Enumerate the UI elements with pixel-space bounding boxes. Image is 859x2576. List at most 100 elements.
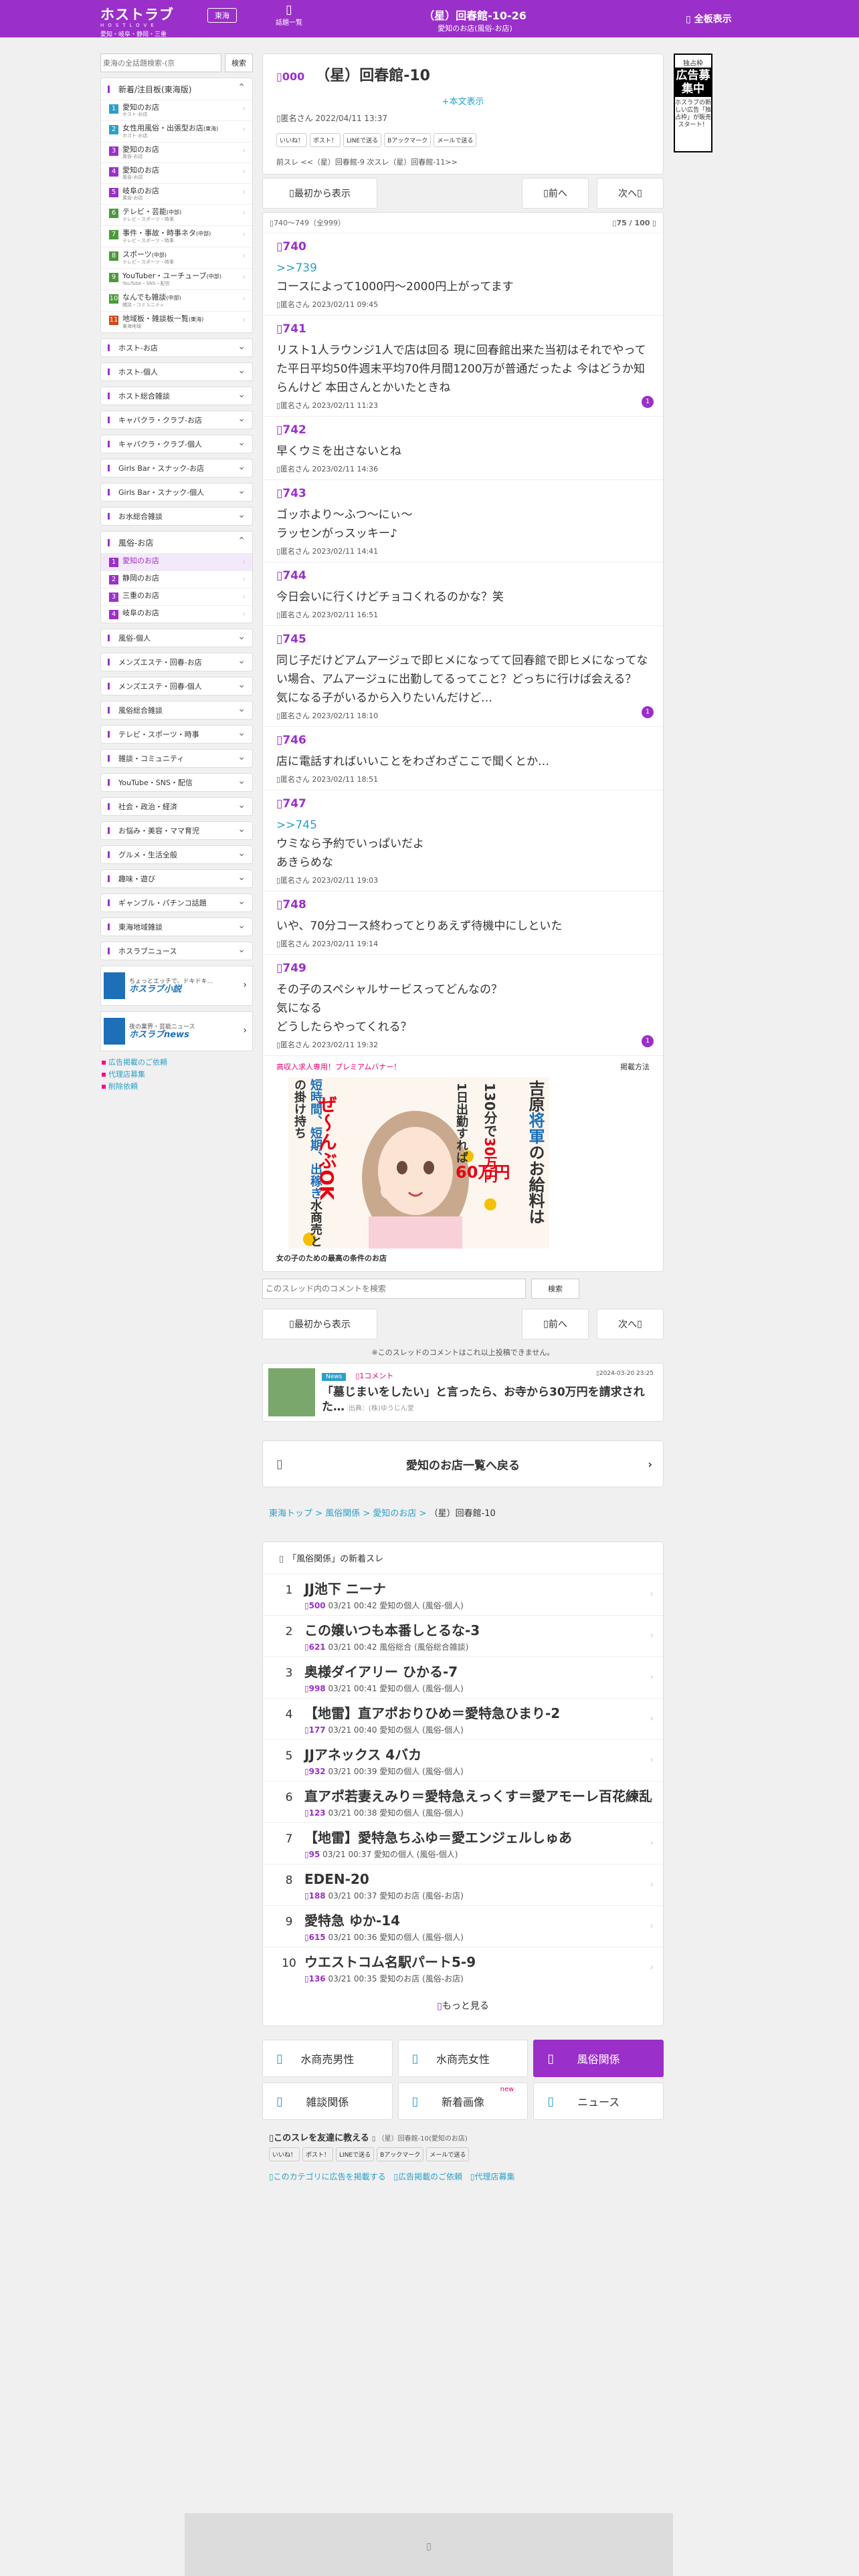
featured-board-item[interactable]: 4 愛知のお店 風俗-お店 › bbox=[101, 163, 252, 183]
ranking-item[interactable]: 10 ウエストコム名駅パート5-9 ▯136 03/21 00:35 愛知のお店 (… bbox=[263, 1947, 663, 1988]
ranking-item[interactable]: 7 【地雷】愛特急ちふゆ＝愛エンジェルしゅあ ▯95 03/21 00:37 愛知の… bbox=[263, 1822, 663, 1864]
open-category-item[interactable]: 1 愛知のお店 › bbox=[101, 553, 252, 570]
category-header[interactable]: ホスラブニュース ⌄ bbox=[101, 942, 252, 960]
reply-count-badge[interactable]: 1 bbox=[642, 1035, 654, 1047]
post-number[interactable]: ▯744 bbox=[276, 569, 650, 582]
footer-link-ad-request[interactable]: ▯広告掲載のご依頼 bbox=[393, 2172, 462, 2181]
category-tab[interactable]: ▯ ニュース bbox=[533, 2082, 664, 2120]
category-tab[interactable]: ▯ 水商売男性 bbox=[262, 2040, 393, 2077]
line-share-button[interactable]: LINEで送る bbox=[343, 133, 382, 147]
category-header[interactable]: お水総合雑談 ⌄ bbox=[101, 508, 252, 525]
category-header[interactable]: ホスト総合雑談 ⌄ bbox=[101, 387, 252, 405]
prev-button[interactable]: ▯ 前へ bbox=[522, 178, 589, 209]
ranking-item[interactable]: 6 直アポ若妻えみり＝愛特急えっくす＝愛アモーレ百花練乱 ▯123 03/21 00… bbox=[263, 1781, 663, 1822]
bookmark-button[interactable]: Bアックマーク bbox=[377, 2147, 424, 2161]
ranking-item[interactable]: 9 愛特急 ゆか-14 ▯615 03/21 00:36 愛知の個人 (風俗-個人)… bbox=[263, 1905, 663, 1947]
category-header[interactable]: 雑談・コミュニティ ⌄ bbox=[101, 750, 252, 767]
line-share-button[interactable]: LINEで送る bbox=[336, 2147, 375, 2161]
category-header[interactable]: Girls Bar・スナック-個人 ⌄ bbox=[101, 484, 252, 501]
category-header[interactable]: 趣味・遊び ⌄ bbox=[101, 870, 252, 887]
category-header[interactable]: メンズエステ・回春-お店 ⌄ bbox=[101, 653, 252, 671]
reply-count-badge[interactable]: 1 bbox=[642, 706, 654, 718]
x-post-button[interactable]: ポスト！ bbox=[302, 2147, 334, 2161]
post-number[interactable]: ▯743 bbox=[276, 487, 650, 500]
x-post-button[interactable]: ポスト！ bbox=[310, 133, 341, 147]
open-category-item[interactable]: 3 三重のお店 › bbox=[101, 588, 252, 605]
category-header[interactable]: 風俗総合雑談 ⌄ bbox=[101, 702, 252, 719]
category-header[interactable]: 社会・政治・経済 ⌄ bbox=[101, 798, 252, 815]
category-tab[interactable]: ▯ 風俗関係 bbox=[533, 2040, 664, 2077]
reply-anchor[interactable]: >>739 bbox=[276, 259, 650, 278]
bookmark-button[interactable]: Bアックマーク bbox=[384, 133, 432, 147]
comment-search-button[interactable]: 検索 bbox=[531, 1279, 579, 1299]
prev-button-bottom[interactable]: ▯ 前へ bbox=[522, 1309, 589, 1339]
ad-request-link[interactable]: 広告掲載のご依頼 bbox=[100, 1057, 253, 1069]
post-number[interactable]: ▯748 bbox=[276, 898, 650, 911]
post-number[interactable]: ▯740 bbox=[276, 240, 650, 253]
featured-board-item[interactable]: 10 なんでも雑談(中部) 雑談・コミュニティ › bbox=[101, 290, 252, 311]
category-header[interactable]: キャバクラ・クラブ-個人 ⌄ bbox=[101, 435, 252, 453]
featured-board-item[interactable]: 8 スポーツ(中部) テレビ・スポーツ・時事 › bbox=[101, 247, 252, 268]
premium-banner-image[interactable]: 吉原将軍のお給料は 130分で30万円 1日出勤すれば 短時間、短期、出稼ぎ水商… bbox=[288, 1077, 549, 1249]
category-header[interactable]: テレビ・スポーツ・時事 ⌄ bbox=[101, 726, 252, 743]
email-share-button[interactable]: メールで送る bbox=[434, 133, 477, 147]
facebook-like-button[interactable]: いいね！ bbox=[276, 133, 308, 147]
category-header[interactable]: ホスト-お店 ⌄ bbox=[101, 339, 252, 356]
category-tab[interactable]: ▯ 水商売女性 bbox=[397, 2040, 529, 2077]
premium-banner-caption[interactable]: 女の子のための最高の条件のお店 bbox=[276, 1253, 650, 1263]
sidebar-search-input[interactable] bbox=[100, 53, 221, 72]
ad-howto-link[interactable]: 掲載方法 bbox=[620, 1061, 650, 1072]
category-header[interactable]: YouTube・SNS・配信 ⌄ bbox=[101, 774, 252, 791]
facebook-like-button[interactable]: いいね！ bbox=[269, 2147, 300, 2161]
show-from-start-button-bottom[interactable]: ▯ 最初から表示 bbox=[262, 1309, 377, 1339]
post-number[interactable]: ▯749 bbox=[276, 962, 650, 975]
promo-novel[interactable]: ちょっとエッチで、ドキドキ... ホスラブ小説 › bbox=[100, 966, 253, 1006]
category-header[interactable]: キャバクラ・クラブ-お店 ⌄ bbox=[101, 411, 252, 429]
post-number[interactable]: ▯747 bbox=[276, 797, 650, 811]
news-item[interactable]: News ▯1コメント 「墓じまいをしたい」と言ったら、お寺から30万円を請求され… bbox=[262, 1363, 664, 1422]
thread-list-button[interactable]: ▯ 話題一覧 bbox=[276, 3, 302, 27]
ranking-item[interactable]: 1 JJ池下 ニーナ ▯500 03/21 00:42 愛知の個人 (風俗-個人) › bbox=[263, 1574, 663, 1615]
featured-board-item[interactable]: 1 愛知のお店 ホスト-お店 › bbox=[101, 100, 252, 120]
prev-next-thread-links[interactable]: 前スレ <<（星）回春館-9 次スレ（星）回春館-11>> bbox=[276, 156, 650, 167]
open-category-item[interactable]: 2 静岡のお店 › bbox=[101, 570, 252, 588]
reply-count-badge[interactable]: 1 bbox=[642, 396, 654, 408]
footer-link-agency[interactable]: ▯代理店募集 bbox=[470, 2172, 515, 2181]
open-category-header[interactable]: 風俗-お店 ⌃ bbox=[101, 532, 252, 553]
category-header[interactable]: お悩み・美容・ママ育児 ⌄ bbox=[101, 822, 252, 839]
category-header[interactable]: メンズエステ・回春-個人 ⌄ bbox=[101, 677, 252, 695]
next-button[interactable]: 次へ ▯ bbox=[597, 178, 664, 209]
breadcrumb-link[interactable]: 愛知のお店 bbox=[373, 1509, 416, 1519]
delete-request-link[interactable]: 削除依頼 bbox=[100, 1081, 253, 1093]
category-header[interactable]: ホスト-個人 ⌄ bbox=[101, 363, 252, 381]
breadcrumb-link[interactable]: 風俗関係 bbox=[325, 1509, 360, 1519]
right-side-ad[interactable]: 独占枠 広告募集中 ホスラブの新しい広告「独占枠」が販売スタート！ bbox=[674, 53, 712, 152]
ranking-item[interactable]: 5 JJアネックス 4バカ ▯932 03/21 00:39 愛知の個人 (風俗-個… bbox=[263, 1739, 663, 1781]
ranking-item[interactable]: 3 奥様ダイアリー ひかる-7 ▯998 03/21 00:41 愛知の個人 (風俗… bbox=[263, 1656, 663, 1698]
comment-search-input[interactable] bbox=[262, 1279, 526, 1299]
featured-boards-header[interactable]: 新着/注目板(東海版) ⌃ bbox=[101, 78, 252, 100]
breadcrumb-link[interactable]: 東海トップ bbox=[269, 1509, 312, 1519]
post-number[interactable]: ▯742 bbox=[276, 423, 650, 437]
post-number[interactable]: ▯746 bbox=[276, 734, 650, 747]
category-header[interactable]: ギャンブル・パチンコ話題 ⌄ bbox=[101, 894, 252, 911]
all-boards-button[interactable]: ▯ 全板表示 bbox=[686, 12, 732, 25]
category-tab[interactable]: ▯ 雑談関係 bbox=[262, 2082, 393, 2120]
site-logo[interactable]: ホストラブ HOSTLOVE 愛知・岐阜・静岡・三重 bbox=[100, 4, 201, 38]
featured-board-item[interactable]: 6 テレビ・芸能(中部) テレビ・スポーツ・時事 › bbox=[101, 204, 252, 225]
category-header[interactable]: 風俗-個人 ⌄ bbox=[101, 629, 252, 647]
footer-link-ad-category[interactable]: ▯このカテゴリに広告を掲載する bbox=[269, 2172, 386, 2181]
featured-board-item[interactable]: 2 女性用風俗・出張型お店(東海) ホスト-お店 › bbox=[101, 120, 252, 142]
post-number[interactable]: ▯745 bbox=[276, 633, 650, 646]
ranking-item[interactable]: 8 EDEN-20 ▯188 03/21 00:37 愛知のお店 (風俗-お店) › bbox=[263, 1864, 663, 1905]
post-number[interactable]: ▯741 bbox=[276, 322, 650, 336]
more-button[interactable]: ▯もっと見る bbox=[263, 1988, 663, 2026]
sidebar-search-button[interactable]: 検索 bbox=[225, 53, 253, 72]
agency-link[interactable]: 代理店募集 bbox=[100, 1069, 253, 1081]
ranking-item[interactable]: 4 【地雷】直アポおりひめ＝愛特急ひまり-2 ▯177 03/21 00:40 愛知… bbox=[263, 1698, 663, 1739]
open-category-item[interactable]: 4 岐阜のお店 › bbox=[101, 605, 252, 623]
featured-board-item[interactable]: 3 愛知のお店 風俗-お店 › bbox=[101, 142, 252, 163]
category-header[interactable]: Girls Bar・スナック-お店 ⌄ bbox=[101, 459, 252, 477]
category-header[interactable]: グルメ・生活全般 ⌄ bbox=[101, 846, 252, 863]
category-header[interactable]: 東海地域雑談 ⌄ bbox=[101, 918, 252, 936]
